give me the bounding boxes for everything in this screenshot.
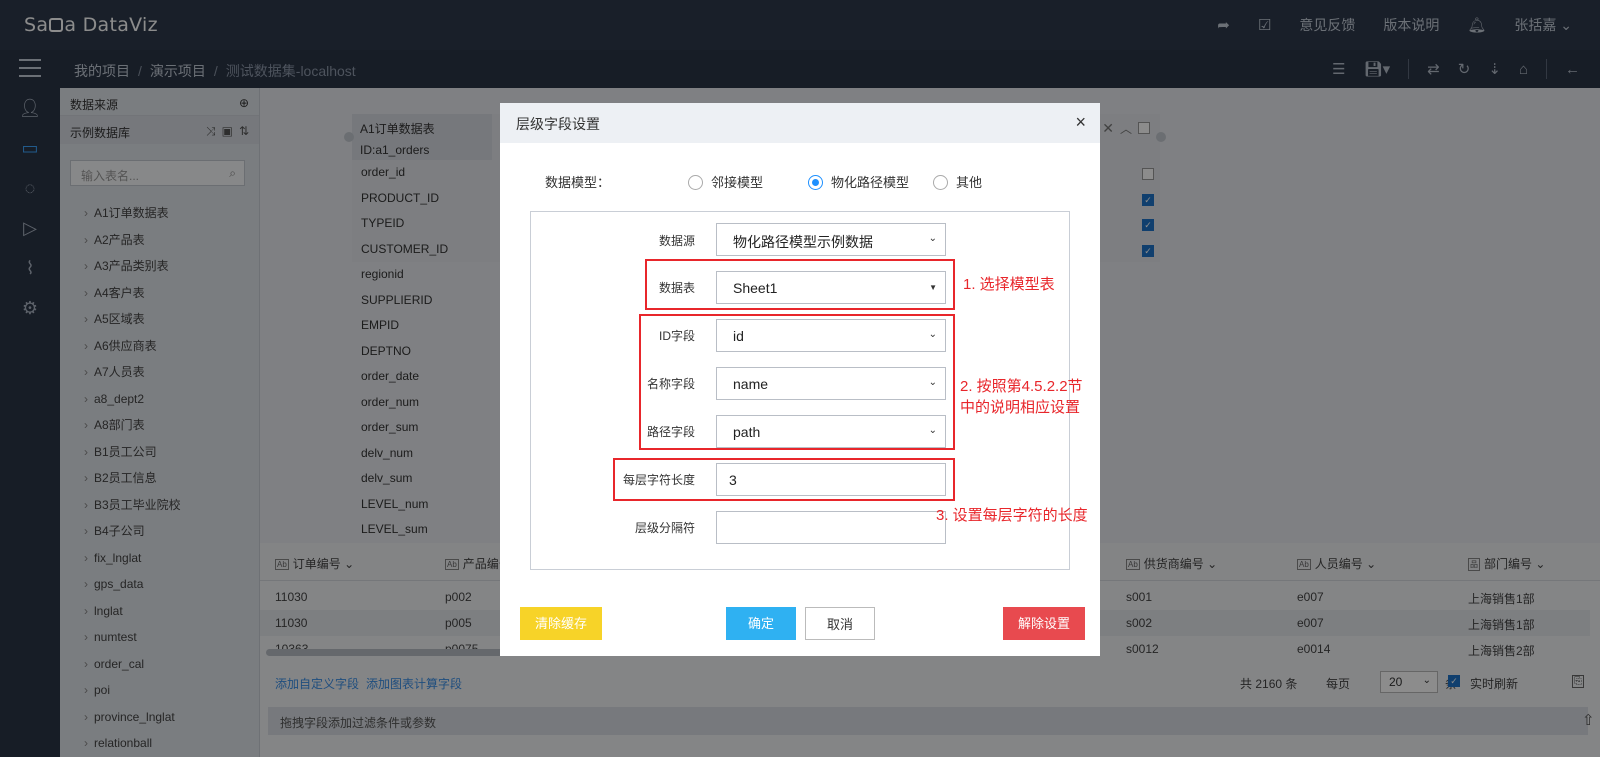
cancel-button[interactable]: 取消 xyxy=(805,607,875,640)
clear-cache-button[interactable]: 清除缓存 xyxy=(520,607,602,640)
close-icon[interactable]: × xyxy=(1075,112,1086,133)
annotation-note-1: 1. 选择模型表 xyxy=(963,276,1055,293)
ok-button[interactable]: 确定 xyxy=(726,607,796,640)
separator-label: 层级分隔符 xyxy=(634,521,695,535)
radio-icon xyxy=(933,175,948,190)
radio-selected-icon xyxy=(808,175,823,190)
remove-settings-button[interactable]: 解除设置 xyxy=(1003,607,1085,640)
annotation-note-2-line-1: 2. 按照第4.5.2.2节 xyxy=(960,378,1083,395)
radio-materialized-path[interactable]: 物化路径模型 xyxy=(808,172,909,191)
annotation-note-2-line-2: 中的说明相应设置 xyxy=(960,399,1081,416)
dialog-title: 层级字段设置 xyxy=(516,116,600,132)
hierarchy-field-settings-dialog: 层级字段设置 × 数据模型： 邻接模型 物化路径模型 其他 数据源 物化路径模型… xyxy=(500,103,1100,656)
radio-icon xyxy=(688,175,703,190)
radio-other[interactable]: 其他 xyxy=(933,172,982,191)
separator-input[interactable] xyxy=(716,511,946,544)
annotation-box-1 xyxy=(645,259,955,310)
datasource-select[interactable]: 物化路径模型示例数据 ⌄ xyxy=(716,223,946,256)
model-label: 数据模型： xyxy=(545,175,611,190)
annotation-box-2 xyxy=(639,314,955,450)
radio-adjacency[interactable]: 邻接模型 xyxy=(688,172,763,191)
annotation-note-3: 3. 设置每层字符的长度 xyxy=(936,507,1088,524)
datasource-label: 数据源 xyxy=(658,234,695,248)
chevron-down-icon: ⌄ xyxy=(928,233,937,244)
annotation-box-3 xyxy=(613,458,955,501)
